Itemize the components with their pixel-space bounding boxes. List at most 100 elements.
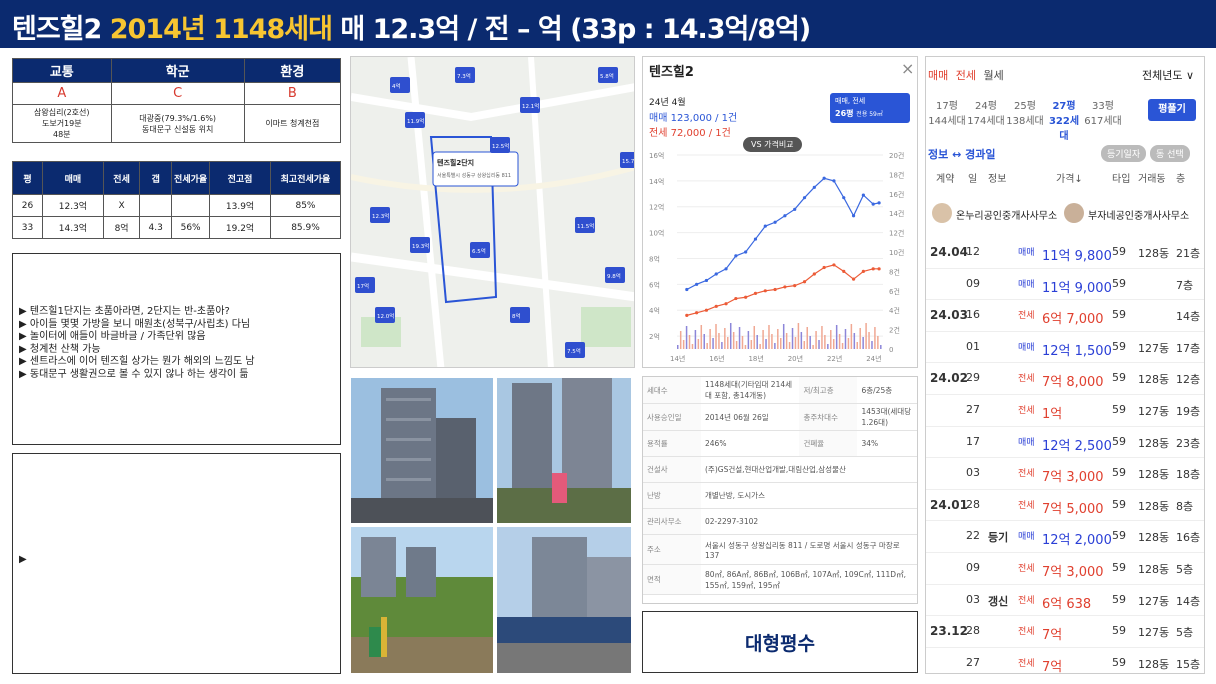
volume-bar <box>838 334 841 349</box>
deal-building: 128동 <box>1138 657 1170 671</box>
deal-building: 128동 <box>1138 468 1170 482</box>
deal-row[interactable]: 17 매매 12억 2,500 59 128동 23층 <box>926 427 1204 459</box>
deal-row[interactable]: 09 매매 11억 9,000 59 7층 <box>926 269 1204 301</box>
size-label: 26평 <box>835 109 854 118</box>
volume-bar <box>762 330 764 349</box>
volume-bar <box>677 345 679 349</box>
deal-price: 11억 9,000 <box>1042 280 1112 296</box>
y-tick-label-right: 0 <box>889 346 893 354</box>
deals-col-head[interactable]: 정보 <box>988 170 1006 185</box>
deal-day: 03 <box>966 592 980 606</box>
size-tabs: 17평 144세대 24평 174세대 25평 138세대 27평 322세대 33평 617세대 <box>928 97 1158 142</box>
volume-bar <box>718 333 720 349</box>
deals-col-head[interactable]: 거래동 <box>1138 170 1166 185</box>
deal-area: 59 <box>1112 466 1126 480</box>
badge-registration-date[interactable]: 등기일자 <box>1101 145 1147 162</box>
size-tab[interactable]: 24평 174세대 <box>967 97 1005 127</box>
col-school: 학군 <box>110 58 245 83</box>
volume-bar <box>850 324 853 349</box>
deal-note: 등기 <box>988 531 1009 545</box>
size-tab[interactable]: 25평 138세대 <box>1006 97 1044 127</box>
deal-row[interactable]: 09 전세 7억 3,000 59 128동 5층 <box>926 553 1204 585</box>
deal-building: 128동 <box>1138 531 1170 545</box>
map-view[interactable]: 텐즈힐2단지 서울특별시 성동구 상왕십리동 811 7.3억 5.8억 12.1억… <box>350 56 635 368</box>
deal-building: 127동 <box>1138 626 1170 640</box>
chart-filter-dropdown[interactable]: 매매, 전세 26평 전용 59㎡ <box>830 93 910 123</box>
detail-school: 대광중(79.3%/1.6%) 동대문구 신설동 위치 <box>110 104 245 143</box>
size-tab[interactable]: 33평 617세대 <box>1084 97 1122 127</box>
volume-bar <box>877 336 879 349</box>
volume-bar <box>721 342 723 349</box>
deal-row[interactable]: 22 등기 매매 12억 2,000 59 128동 16층 <box>926 521 1204 553</box>
deal-row[interactable]: 24.04 12 매매 11억 9,800 59 128동 21층 <box>926 237 1204 269</box>
period-select[interactable]: 전체년도 ∨ <box>1142 67 1194 83</box>
deal-row[interactable]: 27 전세 7억 59 128동 15층 <box>926 648 1204 673</box>
deal-row[interactable]: 23.12 28 전세 7억 59 127동 5층 <box>926 616 1204 648</box>
deal-type: 매매 <box>1018 437 1035 448</box>
volume-bar <box>832 339 835 349</box>
data-point <box>724 267 728 271</box>
deal-row[interactable]: 27 전세 1억 59 127동 19층 <box>926 395 1204 427</box>
title-name: 텐즈힐2 <box>12 14 102 45</box>
volume-bar <box>738 327 741 349</box>
deal-price: 12억 1,500 <box>1042 343 1112 359</box>
close-icon[interactable]: × <box>901 59 914 78</box>
tab-monthly[interactable]: 월세 <box>984 69 1004 82</box>
info-value: 02-2297-3102 <box>701 508 917 535</box>
deal-row[interactable]: 24.02 29 전세 7억 8,000 59 128동 12층 <box>926 363 1204 395</box>
table-row: 33 14.3억 8억 4.3 56% 19.2억 85.9% <box>12 216 341 239</box>
info-elapsed-toggle[interactable]: 정보 ↔ 경과일 <box>928 146 995 162</box>
deal-row[interactable]: 03 전세 7억 3,000 59 128동 18층 <box>926 458 1204 490</box>
info-value: 6층/25층 <box>857 377 917 404</box>
deal-type: 전세 <box>1018 374 1035 385</box>
y-tick-label-left: 2억 <box>649 333 660 341</box>
deal-area: 59 <box>1112 624 1126 638</box>
deal-floor: 19층 <box>1176 405 1201 418</box>
volume-bar <box>868 332 870 349</box>
map-pin-label: 4억 <box>392 82 401 90</box>
size-tab[interactable]: 27평 322세대 <box>1045 97 1083 142</box>
data-point <box>822 176 826 180</box>
deal-row[interactable]: 24.01 28 전세 7억 5,000 59 128동 8층 <box>926 490 1204 522</box>
expand-size-button[interactable]: 평풀기 <box>1148 99 1196 121</box>
volume-bar <box>821 326 823 349</box>
map-canvas[interactable]: 텐즈힐2단지 서울특별시 성동구 상왕십리동 811 7.3억 5.8억 12.1억… <box>351 57 635 368</box>
badge-building-select[interactable]: 동 선택 <box>1150 145 1190 162</box>
chart-date: 24년 4월 <box>649 98 686 108</box>
deals-col-head[interactable]: 층 <box>1176 170 1185 185</box>
deal-price: 6억 638 <box>1042 596 1092 612</box>
volume-bar <box>853 333 856 349</box>
volume-bar <box>809 336 811 349</box>
deals-col-head[interactable]: 타입 <box>1112 170 1130 185</box>
deal-row[interactable]: 01 매매 12억 1,500 59 127동 17층 <box>926 332 1204 364</box>
tab-jeonse[interactable]: 전세 <box>956 69 976 82</box>
th-jeonse: 전세 <box>102 161 141 195</box>
tab-sale[interactable]: 매매 <box>928 69 948 82</box>
th-pyeong: 평 <box>12 161 43 195</box>
deal-floor: 15층 <box>1176 657 1201 671</box>
deal-area: 59 <box>1112 245 1126 258</box>
x-tick-label: 14년 <box>670 354 685 363</box>
deals-col-head[interactable]: 가격↓ <box>1056 170 1083 185</box>
deal-area: 59 <box>1112 655 1126 669</box>
volume-bar <box>791 328 794 349</box>
size-tab[interactable]: 17평 144세대 <box>928 97 966 127</box>
data-point <box>851 214 856 218</box>
deal-price: 7억 3,000 <box>1042 565 1104 580</box>
data-point <box>763 289 767 293</box>
data-point <box>793 284 797 288</box>
th-jeonse-ratio: 전세가율 <box>171 161 211 195</box>
map-pin-label: 6.5억 <box>472 247 486 255</box>
info-value: 2014년 06월 26일 <box>701 403 800 431</box>
deal-row[interactable]: 03 갱신 전세 6억 638 59 127동 14층 <box>926 585 1204 617</box>
volume-bar <box>824 335 826 349</box>
deal-price: 7억 8,000 <box>1042 375 1104 391</box>
deals-col-head[interactable]: 일 <box>968 170 977 185</box>
deal-row[interactable]: 24.03 16 전세 6억 7,000 59 14층 <box>926 300 1204 332</box>
map-pin-label: 17억 <box>357 282 369 290</box>
deals-col-head[interactable]: 계약 <box>936 170 954 185</box>
y-tick-label-right: 14건 <box>889 209 904 218</box>
info-row: 난방 개별난방, 도시가스 <box>643 482 917 509</box>
y-tick-label-right: 20건 <box>889 151 904 160</box>
volume-bar <box>788 342 791 349</box>
